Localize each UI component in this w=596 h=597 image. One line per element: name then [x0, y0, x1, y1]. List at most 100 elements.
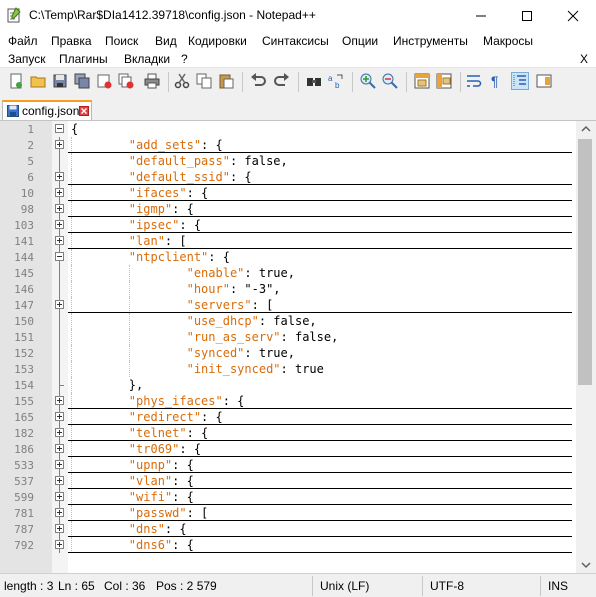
close-icon[interactable]: [96, 73, 112, 89]
code-text: "default_pass": false,: [71, 154, 288, 168]
menu-file[interactable]: Файл: [8, 34, 38, 48]
close-document-button[interactable]: X: [580, 52, 588, 66]
fold-expand-icon[interactable]: [55, 396, 64, 405]
menu-search[interactable]: Поиск: [105, 34, 138, 48]
replace-icon[interactable]: ab: [328, 73, 344, 89]
paste-icon[interactable]: [218, 73, 234, 89]
tab-config-json[interactable]: config.json: [2, 100, 92, 120]
code-text: "tr069": {: [71, 442, 201, 456]
zoom-in-icon[interactable]: [360, 73, 376, 89]
menu-settings[interactable]: Опции: [342, 34, 378, 48]
new-file-icon[interactable]: [8, 73, 24, 89]
word-wrap-icon[interactable]: [466, 73, 482, 89]
menu-run[interactable]: Запуск: [8, 52, 46, 66]
code-line[interactable]: 155 "phys_ifaces": {: [0, 393, 576, 409]
code-line[interactable]: 537 "vlan": {: [0, 473, 576, 489]
code-line[interactable]: 152 "synced": true,: [0, 345, 576, 361]
code-line[interactable]: 186 "tr069": {: [0, 441, 576, 457]
code-line[interactable]: 787 "dns": {: [0, 521, 576, 537]
editor[interactable]: 1{2 "add_sets": {5 "default_pass": false…: [0, 121, 596, 573]
show-all-chars-icon[interactable]: ¶: [488, 73, 504, 89]
fold-expand-icon[interactable]: [55, 412, 64, 421]
code-line[interactable]: 10 "ifaces": {: [0, 185, 576, 201]
fold-expand-icon[interactable]: [55, 540, 64, 549]
close-window-button[interactable]: [550, 0, 596, 31]
fold-expand-icon[interactable]: [55, 492, 64, 501]
menu-encoding[interactable]: Кодировки: [188, 34, 247, 48]
code-text: "servers": [: [71, 298, 274, 312]
cut-icon[interactable]: [174, 73, 190, 89]
code-line[interactable]: 146 "hour": "-3",: [0, 281, 576, 297]
fold-expand-icon[interactable]: [55, 220, 64, 229]
print-icon[interactable]: [144, 73, 160, 89]
status-encoding[interactable]: UTF-8: [430, 579, 464, 593]
fold-expand-icon[interactable]: [55, 476, 64, 485]
sync-vertical-icon[interactable]: [414, 73, 430, 89]
copy-icon[interactable]: [196, 73, 212, 89]
menu-language[interactable]: Синтаксисы: [262, 34, 329, 48]
code-text: "wifi": {: [71, 490, 194, 504]
save-icon[interactable]: [52, 73, 68, 89]
code-line[interactable]: 1{: [0, 121, 576, 137]
zoom-out-icon[interactable]: [382, 73, 398, 89]
scroll-down-icon[interactable]: [576, 557, 596, 573]
fold-collapse-icon[interactable]: [55, 124, 64, 133]
vertical-scrollbar[interactable]: [576, 121, 596, 573]
menu-help[interactable]: ?: [181, 52, 188, 66]
fold-expand-icon[interactable]: [55, 300, 64, 309]
code-line[interactable]: 6 "default_ssid": {: [0, 169, 576, 185]
code-line[interactable]: 103 "ipsec": {: [0, 217, 576, 233]
code-line[interactable]: 533 "upnp": {: [0, 457, 576, 473]
close-all-icon[interactable]: [118, 73, 134, 89]
code-line[interactable]: 5 "default_pass": false,: [0, 153, 576, 169]
sync-horizontal-icon[interactable]: [436, 73, 452, 89]
code-line[interactable]: 182 "telnet": {: [0, 425, 576, 441]
fold-expand-icon[interactable]: [55, 508, 64, 517]
code-line[interactable]: 98 "igmp": {: [0, 201, 576, 217]
menu-plugins[interactable]: Плагины: [59, 52, 108, 66]
code-line[interactable]: 154 },: [0, 377, 576, 393]
code-line[interactable]: 599 "wifi": {: [0, 489, 576, 505]
code-line[interactable]: 141 "lan": [: [0, 233, 576, 249]
fold-expand-icon[interactable]: [55, 188, 64, 197]
fold-expand-icon[interactable]: [55, 140, 64, 149]
menu-macro[interactable]: Макросы: [483, 34, 533, 48]
scrollbar-thumb[interactable]: [578, 139, 592, 385]
status-eol[interactable]: Unix (LF): [320, 579, 369, 593]
maximize-button[interactable]: [504, 0, 550, 31]
undo-icon[interactable]: [250, 73, 266, 89]
indent-guide-icon[interactable]: [511, 72, 529, 90]
fold-expand-icon[interactable]: [55, 428, 64, 437]
code-line[interactable]: 147 "servers": [: [0, 297, 576, 313]
save-all-icon[interactable]: [74, 73, 90, 89]
fold-expand-icon[interactable]: [55, 172, 64, 181]
code-line[interactable]: 151 "run_as_serv": false,: [0, 329, 576, 345]
menu-tools[interactable]: Инструменты: [393, 34, 468, 48]
open-file-icon[interactable]: [30, 73, 46, 89]
fold-expand-icon[interactable]: [55, 204, 64, 213]
fold-expand-icon[interactable]: [55, 460, 64, 469]
code-line[interactable]: 153 "init_synced": true: [0, 361, 576, 377]
doc-map-icon[interactable]: [536, 73, 552, 89]
scroll-up-icon[interactable]: [576, 121, 596, 137]
tab-close-button[interactable]: [79, 106, 89, 116]
code-line[interactable]: 792 "dns6": {: [0, 537, 576, 553]
code-line[interactable]: 144 "ntpclient": {: [0, 249, 576, 265]
code-line[interactable]: 165 "redirect": {: [0, 409, 576, 425]
code-line[interactable]: 2 "add_sets": {: [0, 137, 576, 153]
code-line[interactable]: 781 "passwd": [: [0, 505, 576, 521]
fold-expand-icon[interactable]: [55, 444, 64, 453]
code-line[interactable]: 150 "use_dhcp": false,: [0, 313, 576, 329]
menu-edit[interactable]: Правка: [51, 34, 92, 48]
menu-window[interactable]: Вкладки: [124, 52, 170, 66]
fold-expand-icon[interactable]: [55, 236, 64, 245]
fold-collapse-icon[interactable]: [55, 252, 64, 261]
code-line[interactable]: 145 "enable": true,: [0, 265, 576, 281]
fold-line: [59, 489, 60, 492]
fold-expand-icon[interactable]: [55, 524, 64, 533]
minimize-button[interactable]: [458, 0, 504, 31]
redo-icon[interactable]: [274, 73, 290, 89]
find-icon[interactable]: [306, 73, 322, 89]
menu-view[interactable]: Вид: [155, 34, 177, 48]
